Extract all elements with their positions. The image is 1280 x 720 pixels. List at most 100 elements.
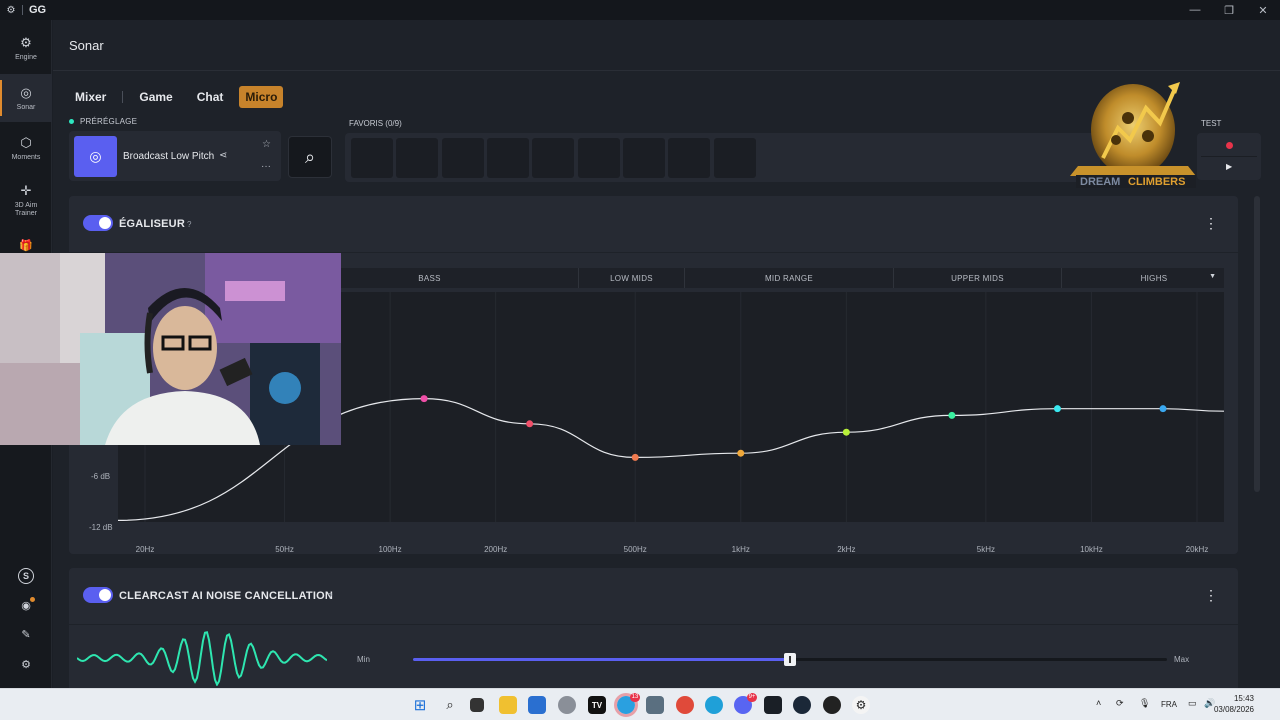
- band-low-mids[interactable]: LOW MIDS: [579, 268, 685, 288]
- equalizer-title: ÉGALISEUR: [119, 218, 185, 230]
- favorite-slot[interactable]: [532, 138, 574, 178]
- network-icon[interactable]: ▭: [1188, 698, 1197, 709]
- favorite-slot[interactable]: [351, 138, 393, 178]
- band-highs[interactable]: HIGHS: [1062, 268, 1246, 288]
- noise-cancellation-toggle[interactable]: [83, 587, 113, 603]
- feedback-button[interactable]: ✎: [0, 622, 52, 646]
- band-mid-range[interactable]: MID RANGE: [685, 268, 894, 288]
- divider: [69, 624, 1238, 625]
- noise-cancellation-card: CLEARCAST AI NOISE CANCELLATION ? ⋮ Min …: [69, 568, 1238, 688]
- sidebar-item-label: 3D Aim Trainer: [14, 201, 38, 217]
- settings-icon[interactable]: [558, 696, 576, 714]
- edge-icon[interactable]: [705, 696, 723, 714]
- taskbar-clock[interactable]: 15:43 03/08/2026: [1214, 693, 1254, 715]
- tiktok-icon[interactable]: TV: [588, 696, 606, 714]
- steam-icon[interactable]: [793, 696, 811, 714]
- sidebar-item-engine[interactable]: ⚙ Engine: [0, 24, 52, 72]
- app-icon[interactable]: [646, 696, 664, 714]
- eq-band-point[interactable]: [948, 411, 956, 419]
- minimize-button[interactable]: —: [1178, 0, 1212, 20]
- settings-icon: ⚙: [21, 658, 31, 671]
- favorite-slot[interactable]: [714, 138, 756, 178]
- tab-chat[interactable]: Chat: [191, 86, 230, 108]
- more-options-icon[interactable]: ···: [261, 161, 271, 172]
- gift-icon: 🎁: [19, 240, 33, 252]
- title-bar: ⚙ GG — ❐ ✕: [0, 0, 1280, 20]
- play-button[interactable]: ▶: [1226, 162, 1232, 171]
- equalizer-menu-icon[interactable]: ⋮: [1204, 215, 1218, 232]
- favorite-slot[interactable]: [487, 138, 529, 178]
- favorite-slot[interactable]: [668, 138, 710, 178]
- clock-time: 15:43: [1233, 694, 1254, 703]
- restore-button[interactable]: ❐: [1212, 0, 1246, 20]
- preset-card[interactable]: ◎ Broadcast Low Pitch ⋖ ☆ ···: [69, 131, 281, 181]
- sidebar-item-moments[interactable]: ⬡ Moments: [0, 124, 52, 172]
- file-explorer-icon[interactable]: [499, 696, 517, 714]
- chrome-icon[interactable]: [676, 696, 694, 714]
- eq-band-point[interactable]: [1053, 405, 1061, 413]
- crosshair-icon: ✛: [20, 182, 32, 198]
- divider: [1201, 156, 1257, 157]
- noise-cancellation-menu-icon[interactable]: ⋮: [1204, 587, 1218, 604]
- slider-thumb[interactable]: [784, 653, 796, 666]
- preset-label-text: PRÉRÉGLAGE: [80, 117, 138, 126]
- favorites-label: FAVORIS (0/9): [349, 119, 402, 128]
- sidebar-item-aim-trainer[interactable]: ✛ 3D Aim Trainer: [0, 176, 52, 224]
- db-label: -12 dB: [89, 523, 113, 532]
- eq-band-point[interactable]: [631, 453, 639, 461]
- close-button[interactable]: ✕: [1246, 0, 1280, 20]
- eq-band-point[interactable]: [526, 420, 534, 428]
- settings-button[interactable]: ⚙: [0, 652, 52, 676]
- equalizer-help-icon[interactable]: ?: [187, 220, 191, 229]
- tray-chevron-up-icon[interactable]: ˄: [1096, 698, 1101, 708]
- sidebar-item-sonar[interactable]: ◎ Sonar: [0, 74, 52, 122]
- language-indicator[interactable]: FRA: [1161, 700, 1177, 709]
- share-icon[interactable]: ⋖: [219, 150, 227, 161]
- equalizer-toggle[interactable]: [83, 215, 113, 231]
- svg-text:DREAM: DREAM: [1080, 176, 1120, 188]
- frequency-label: 20Hz: [135, 545, 155, 554]
- status-dot: [69, 119, 74, 124]
- steelseries-gg-icon[interactable]: ⚙: [852, 696, 870, 714]
- store-icon[interactable]: [528, 696, 546, 714]
- sync-icon[interactable]: ⟳: [1116, 698, 1124, 709]
- discord-icon[interactable]: 9+: [734, 693, 757, 714]
- search-icon[interactable]: ⌕: [441, 696, 459, 714]
- tab-mixer[interactable]: Mixer: [69, 86, 112, 108]
- favorite-star-icon[interactable]: ☆: [262, 139, 271, 150]
- svg-text:CLIMBERS: CLIMBERS: [1128, 176, 1185, 188]
- noise-cancellation-help-icon[interactable]: ?: [328, 592, 332, 601]
- eq-band-point[interactable]: [420, 395, 428, 403]
- frequency-label: 200Hz: [484, 545, 508, 554]
- band-upper-mids[interactable]: UPPER MIDS: [894, 268, 1062, 288]
- favorite-slot[interactable]: [442, 138, 484, 178]
- eq-band-point[interactable]: [842, 428, 850, 436]
- search-button[interactable]: ⌕: [288, 136, 332, 178]
- microphone-icon[interactable]: 🎙: [1139, 698, 1150, 709]
- tab-game[interactable]: Game: [133, 86, 178, 108]
- feedback-icon: ✎: [21, 628, 31, 641]
- noise-level-slider[interactable]: [413, 653, 1167, 666]
- favorite-slot[interactable]: [396, 138, 438, 178]
- favorites-bar: [345, 133, 1100, 182]
- audio-app-icon[interactable]: [764, 696, 782, 714]
- sidebar-item-label: Sonar: [16, 103, 36, 111]
- obs-icon[interactable]: [823, 696, 841, 714]
- windows-start-icon[interactable]: ⊞: [411, 696, 429, 714]
- sonar-icon: ◎: [20, 84, 32, 100]
- favorite-slot[interactable]: [578, 138, 620, 178]
- record-button[interactable]: [1226, 142, 1233, 149]
- favorite-slot[interactable]: [623, 138, 665, 178]
- notification-badge: 13: [630, 693, 640, 702]
- eq-band-point[interactable]: [1159, 405, 1167, 413]
- eq-band-point[interactable]: [737, 449, 745, 457]
- task-view-icon[interactable]: [470, 698, 484, 712]
- telegram-icon[interactable]: 13: [614, 693, 640, 717]
- webcam-overlay: [0, 253, 341, 445]
- chevron-down-icon[interactable]: ▼: [1209, 273, 1216, 280]
- discord-button[interactable]: ◉: [0, 593, 52, 617]
- tab-micro[interactable]: Micro: [239, 86, 284, 108]
- scrollbar[interactable]: [1254, 196, 1260, 492]
- account-button[interactable]: S: [0, 564, 52, 588]
- slider-min-label: Min: [357, 655, 370, 664]
